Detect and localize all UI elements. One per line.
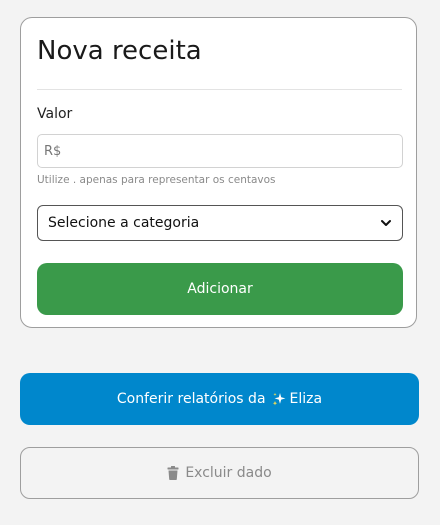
category-select[interactable]: Selecione a categoria: [37, 205, 403, 241]
report-assistant-name: Eliza: [289, 391, 323, 407]
delete-button-label: Excluir dado: [185, 465, 272, 481]
trash-icon: [167, 466, 179, 480]
delete-button[interactable]: Excluir dado: [20, 447, 419, 499]
chevron-down-icon: [380, 217, 392, 229]
category-selected-value: Selecione a categoria: [48, 215, 200, 231]
add-button[interactable]: Adicionar: [37, 263, 403, 315]
view-reports-button[interactable]: Conferir relatórios da Eliza: [20, 373, 419, 425]
divider: [37, 89, 402, 90]
report-button-label: Conferir relatórios da: [116, 391, 266, 407]
new-income-card: Nova receita Valor Utilize . apenas para…: [20, 17, 417, 328]
card-title: Nova receita: [37, 36, 202, 66]
value-hint: Utilize . apenas para representar os cen…: [37, 174, 276, 186]
sparkle-icon: [272, 392, 286, 406]
value-input[interactable]: [37, 134, 403, 168]
value-label: Valor: [37, 106, 73, 122]
